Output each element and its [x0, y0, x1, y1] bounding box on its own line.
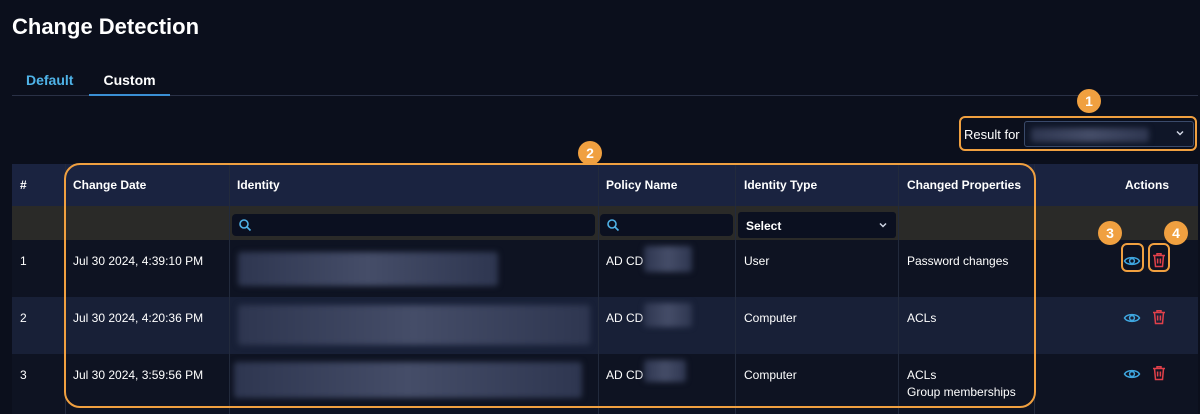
annotation-badge-1: 1 — [1077, 89, 1101, 113]
highlight-result-for — [959, 116, 1197, 151]
tab-custom[interactable]: Custom — [89, 66, 170, 96]
row-number: 3 — [20, 368, 27, 382]
highlight-view-action — [1121, 243, 1144, 272]
annotation-badge-3: 3 — [1098, 221, 1122, 245]
annotation-badge-4: 4 — [1164, 221, 1188, 245]
trash-icon[interactable] — [1150, 364, 1168, 382]
highlight-table-columns — [64, 163, 1036, 408]
page-title: Change Detection — [12, 14, 200, 39]
annotation-badge-2: 2 — [578, 141, 602, 165]
highlight-delete-action — [1148, 243, 1170, 272]
col-header-num: # — [20, 178, 27, 192]
row-number: 2 — [20, 311, 27, 325]
eye-icon[interactable] — [1123, 365, 1141, 383]
col-header-actions: Actions — [1125, 178, 1170, 192]
tab-default[interactable]: Default — [12, 66, 87, 96]
trash-icon[interactable] — [1150, 308, 1168, 326]
tab-bar: Default Custom — [12, 66, 1198, 96]
row-number: 1 — [20, 254, 27, 268]
eye-icon[interactable] — [1123, 309, 1141, 327]
